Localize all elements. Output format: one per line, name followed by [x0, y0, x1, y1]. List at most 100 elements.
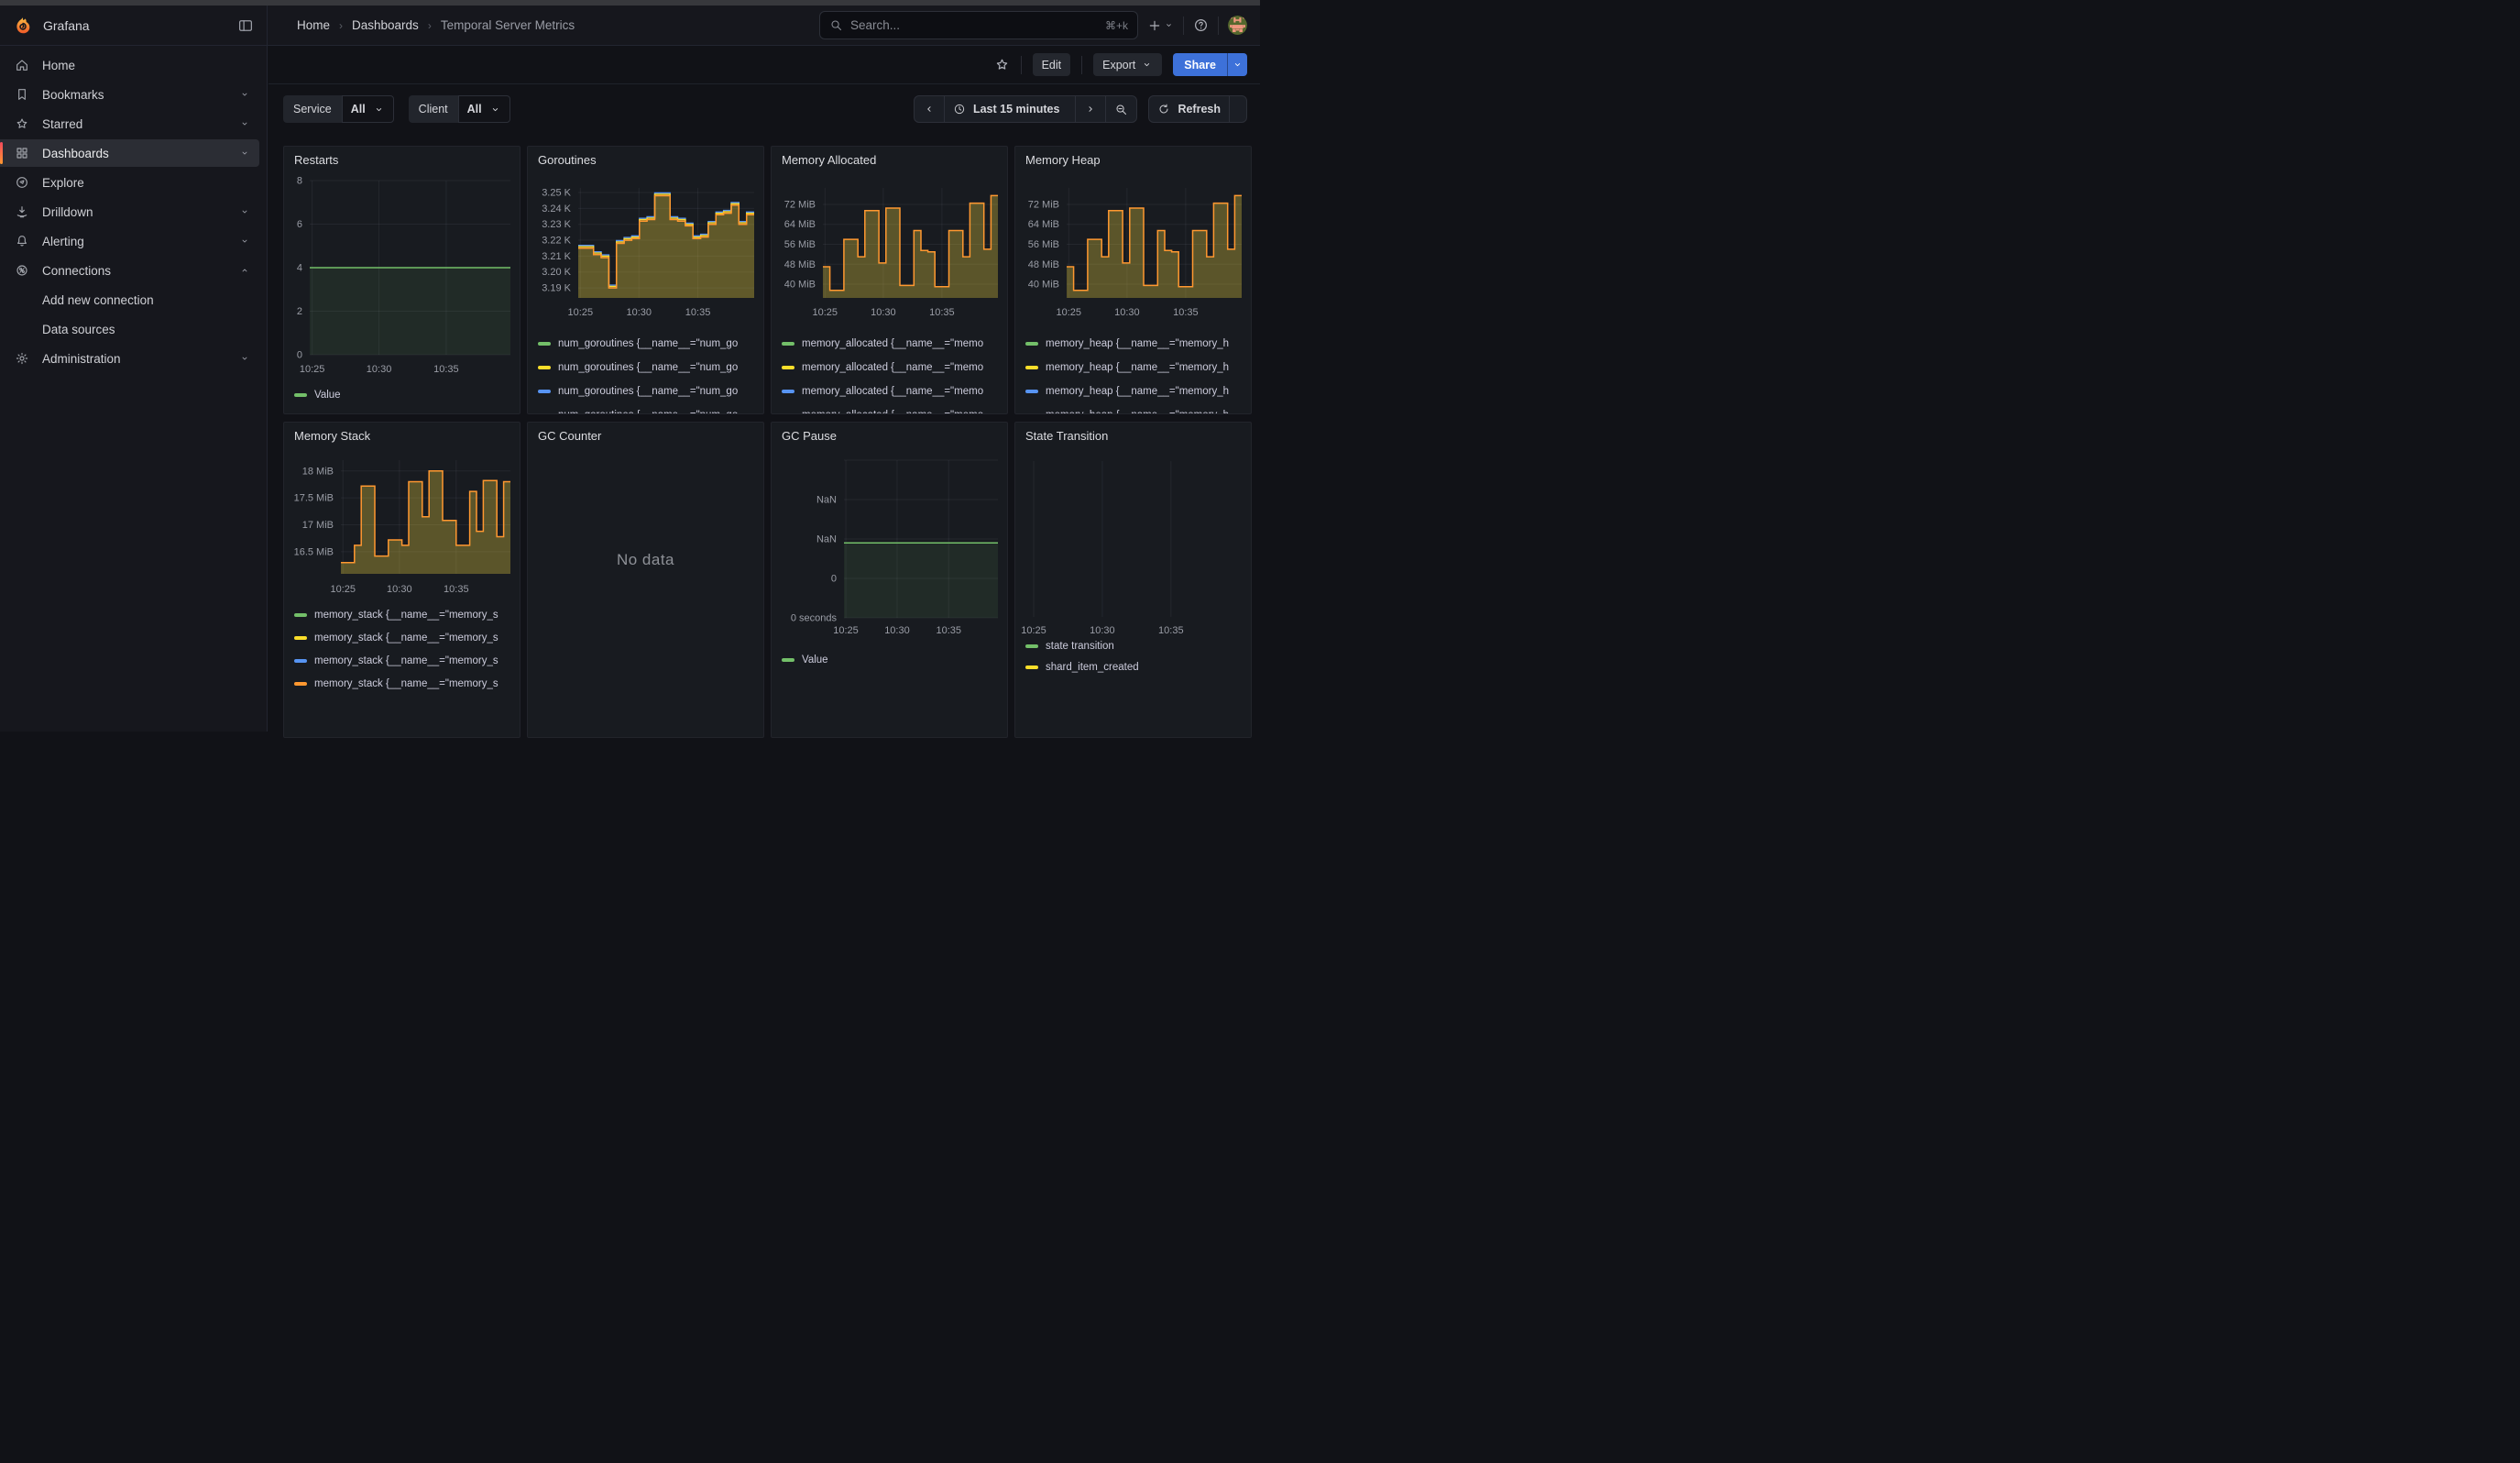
create-new-button[interactable] — [1147, 18, 1174, 33]
legend-swatch — [782, 366, 794, 369]
breadcrumb-item[interactable]: Dashboards — [352, 18, 419, 32]
chevron-up-icon[interactable] — [239, 265, 250, 276]
legend-item[interactable]: shard_item_created — [1025, 656, 1247, 677]
legend-item[interactable]: memory_allocated {__name__="memo — [782, 356, 1003, 380]
svg-text:6: 6 — [297, 219, 302, 230]
legend-item[interactable]: num_goroutines {__name__="num_go — [538, 380, 760, 403]
legend-label: num_goroutines {__name__="num_go — [558, 338, 738, 349]
time-range-picker[interactable]: Last 15 minutes — [944, 96, 1075, 122]
filter-value-dropdown[interactable]: All — [458, 95, 510, 123]
sidebar-item-drilldown[interactable]: Drilldown — [0, 198, 259, 226]
memory_stack-chart[interactable]: 16.5 MiB17 MiB17.5 MiB18 MiB10:2510:3010… — [284, 423, 520, 598]
legend-item[interactable]: num_goroutines {__name__="num_go — [538, 332, 760, 356]
svg-text:10:30: 10:30 — [387, 584, 412, 595]
chevron-down-icon[interactable] — [239, 89, 250, 100]
connections-icon — [15, 263, 29, 278]
panel-title[interactable]: GC Pause — [782, 429, 837, 443]
sidebar-item-connections[interactable]: Connections — [0, 257, 259, 284]
sidebar-toggle-icon[interactable] — [237, 17, 254, 34]
breadcrumb-item[interactable]: Home — [297, 18, 330, 32]
edit-button[interactable]: Edit — [1033, 53, 1071, 76]
search-input[interactable]: Search... ⌘+k — [819, 11, 1138, 39]
legend-item[interactable]: memory_heap {__name__="memory_h — [1025, 403, 1247, 414]
filter-service: ServiceAll — [283, 95, 394, 123]
panel-title[interactable]: Memory Allocated — [782, 153, 876, 167]
legend-item[interactable]: num_goroutines {__name__="num_go — [538, 356, 760, 380]
panel-title[interactable]: GC Counter — [538, 429, 601, 443]
panel-title[interactable]: Goroutines — [538, 153, 597, 167]
sidebar-item-add-new-connection[interactable]: Add new connection — [0, 286, 259, 314]
panel-title[interactable]: Memory Heap — [1025, 153, 1101, 167]
legend-item[interactable]: num_goroutines {__name__="num_go — [538, 403, 760, 414]
legend-item[interactable]: memory_allocated {__name__="memo — [782, 332, 1003, 356]
restarts-chart[interactable]: 0246810:2510:3010:35 — [284, 147, 520, 378]
time-forward-button[interactable] — [1075, 96, 1105, 122]
legend-item[interactable]: memory_stack {__name__="memory_s — [294, 603, 516, 626]
memory_allocated-chart[interactable]: 40 MiB48 MiB56 MiB64 MiB72 MiB10:2510:30… — [772, 147, 1008, 321]
state_transition-chart[interactable]: 10:2510:3010:35 — [1015, 423, 1252, 639]
legend-item[interactable]: Value — [782, 648, 1003, 671]
sidebar-item-bookmarks[interactable]: Bookmarks — [0, 81, 259, 108]
panel-goroutines: Goroutines3.19 K3.20 K3.21 K3.22 K3.23 K… — [527, 146, 764, 414]
breadcrumb-item[interactable]: Temporal Server Metrics — [441, 18, 575, 32]
legend-item[interactable]: memory_heap {__name__="memory_h — [1025, 356, 1247, 380]
legend-item[interactable]: memory_stack {__name__="memory_s — [294, 672, 516, 695]
chevron-down-icon[interactable] — [239, 236, 250, 247]
legend-item[interactable]: memory_heap {__name__="memory_h — [1025, 332, 1247, 356]
chevron-down-icon[interactable] — [239, 118, 250, 129]
legend-swatch — [1025, 644, 1038, 648]
svg-text:17 MiB: 17 MiB — [302, 520, 334, 531]
svg-text:10:30: 10:30 — [884, 625, 910, 636]
panel-title[interactable]: State Transition — [1025, 429, 1108, 443]
sidebar-item-label: Starred — [42, 117, 82, 131]
share-button[interactable]: Share — [1173, 53, 1227, 76]
help-button[interactable] — [1193, 17, 1209, 33]
share-dropdown-button[interactable] — [1227, 53, 1247, 76]
legend-item[interactable]: memory_stack {__name__="memory_s — [294, 649, 516, 672]
chevron-down-icon[interactable] — [239, 206, 250, 217]
refresh-label: Refresh — [1178, 103, 1221, 116]
sidebar-item-administration[interactable]: Administration — [0, 345, 259, 372]
legend-item[interactable]: state transition — [1025, 635, 1247, 656]
user-avatar[interactable] — [1228, 16, 1247, 35]
svg-text:10:25: 10:25 — [330, 584, 356, 595]
panel-legend: state transitionshard_item_created — [1025, 635, 1247, 677]
sidebar-item-alerting[interactable]: Alerting — [0, 227, 259, 255]
sidebar-item-data-sources[interactable]: Data sources — [0, 315, 259, 343]
zoom-out-button[interactable] — [1105, 96, 1136, 122]
svg-text:10:35: 10:35 — [444, 584, 469, 595]
time-back-button[interactable] — [915, 96, 944, 122]
chevron-down-icon — [489, 104, 501, 116]
filter-value: All — [351, 103, 366, 116]
legend-swatch — [782, 390, 794, 393]
svg-text:48 MiB: 48 MiB — [1028, 259, 1059, 270]
legend-swatch — [538, 342, 551, 346]
legend-item[interactable]: memory_allocated {__name__="memo — [782, 380, 1003, 403]
sidebar-item-starred[interactable]: Starred — [0, 110, 259, 138]
legend-label: memory_allocated {__name__="memo — [802, 362, 983, 373]
legend-item[interactable]: memory_heap {__name__="memory_h — [1025, 380, 1247, 403]
nav-actions: Search... ⌘+k — [819, 11, 1260, 39]
refresh-button[interactable]: Refresh — [1149, 96, 1229, 122]
goroutines-chart[interactable]: 3.19 K3.20 K3.21 K3.22 K3.23 K3.24 K3.25… — [528, 147, 764, 321]
svg-text:17.5 MiB: 17.5 MiB — [294, 493, 334, 504]
panel-state_transition: State Transition10:2510:3010:35state tra… — [1014, 422, 1252, 738]
legend-item[interactable]: memory_stack {__name__="memory_s — [294, 626, 516, 649]
panel-title[interactable]: Memory Stack — [294, 429, 370, 443]
memory_heap-chart[interactable]: 40 MiB48 MiB56 MiB64 MiB72 MiB10:2510:30… — [1015, 147, 1252, 321]
sidebar-item-explore[interactable]: Explore — [0, 169, 259, 196]
export-button[interactable]: Export — [1093, 53, 1162, 76]
legend-item[interactable]: memory_allocated {__name__="memo — [782, 403, 1003, 414]
chevron-down-icon[interactable] — [239, 148, 250, 159]
favorite-star-button[interactable] — [994, 57, 1010, 72]
refresh-interval-button[interactable] — [1229, 96, 1246, 122]
legend-item[interactable]: Value — [294, 383, 516, 407]
panel-memory_heap: Memory Heap40 MiB48 MiB56 MiB64 MiB72 Mi… — [1014, 146, 1252, 414]
gc_pause-chart[interactable]: 0 seconds0NaNNaN10:2510:3010:35 — [772, 423, 1008, 639]
sidebar-item-home[interactable]: Home — [0, 51, 259, 79]
filter-value-dropdown[interactable]: All — [342, 95, 394, 123]
sidebar-item-dashboards[interactable]: Dashboards — [0, 139, 259, 167]
chevron-down-icon[interactable] — [239, 353, 250, 364]
panel-title[interactable]: Restarts — [294, 153, 338, 167]
panel-legend: Value — [782, 648, 1003, 671]
